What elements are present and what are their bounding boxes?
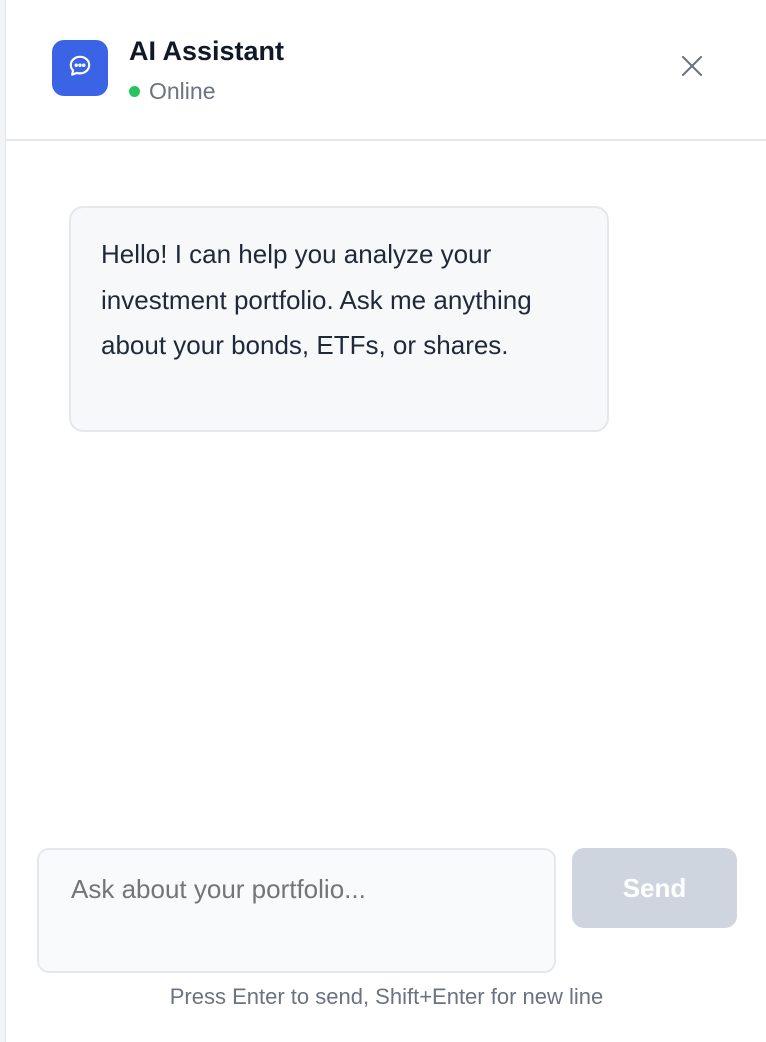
chat-bubble-icon: [67, 53, 93, 84]
close-icon: [680, 54, 704, 83]
online-dot-icon: [129, 86, 140, 97]
message-input[interactable]: [37, 848, 556, 973]
keyboard-hint: Press Enter to send, Shift+Enter for new…: [169, 984, 604, 1009]
chat-header: AI Assistant Online: [6, 0, 766, 141]
status-indicator: Online: [129, 78, 215, 105]
chat-title: AI Assistant: [129, 36, 285, 66]
assistant-avatar: [52, 40, 108, 96]
close-button[interactable]: [678, 54, 706, 82]
chat-panel: AI Assistant Online Hello! I can help yo…: [5, 0, 766, 1042]
status-text: Online: [149, 78, 216, 104]
assistant-message-bubble: Hello! I can help you analyze your inves…: [69, 206, 609, 432]
send-button[interactable]: Send: [572, 848, 737, 928]
